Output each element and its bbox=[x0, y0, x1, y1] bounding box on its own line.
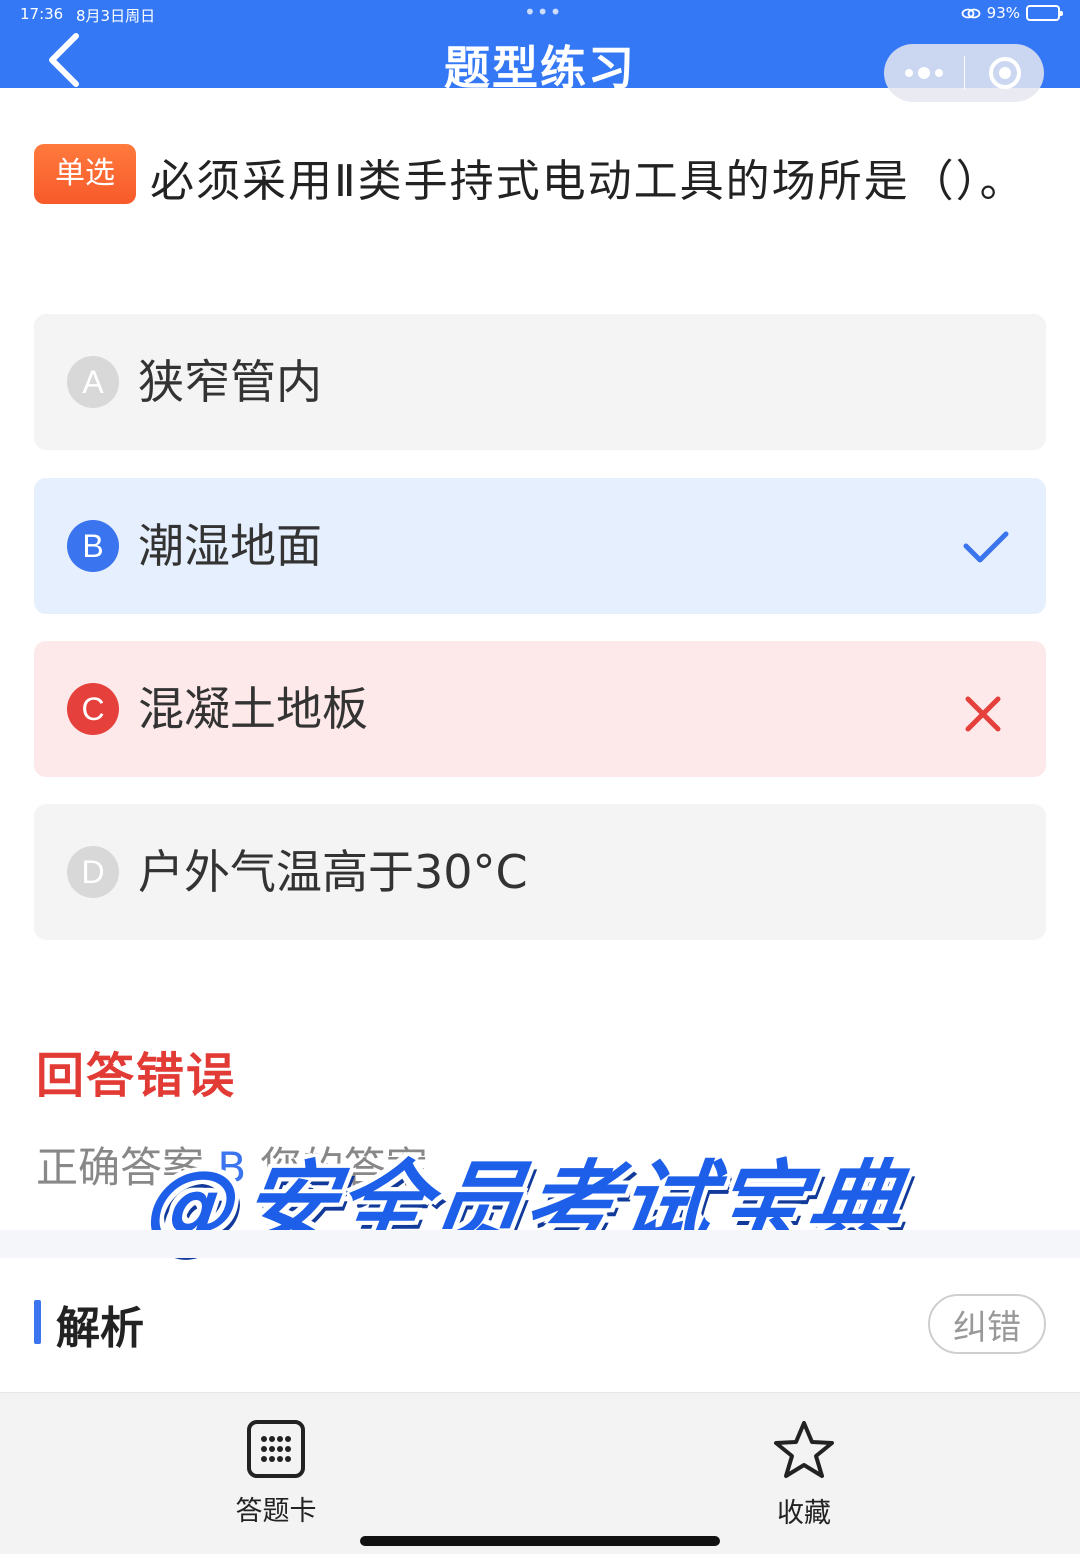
option-letter: C bbox=[67, 683, 119, 735]
cross-icon bbox=[965, 696, 1001, 732]
option-text: 混凝土地板 bbox=[138, 682, 368, 736]
question-type-badge: 单选 bbox=[34, 144, 136, 204]
more-dots-icon bbox=[905, 67, 943, 79]
option-text: 潮湿地面 bbox=[138, 519, 322, 573]
close-button[interactable] bbox=[965, 44, 1044, 102]
battery-icon bbox=[1026, 5, 1063, 21]
question-text: 必须采用Ⅱ类手持式电动工具的场所是（）。 bbox=[150, 156, 1026, 207]
status-time: 17:36 bbox=[20, 5, 64, 23]
result-title: 回答错误 bbox=[36, 1048, 237, 1104]
status-date: 8月3日周日 bbox=[76, 7, 156, 25]
option-c[interactable]: C 混凝土地板 bbox=[34, 641, 1046, 777]
section-divider bbox=[0, 1230, 1080, 1258]
option-d[interactable]: D 户外气温高于30°C bbox=[34, 804, 1046, 940]
favorite-label: 收藏 bbox=[777, 1498, 831, 1529]
battery-percent: 93% bbox=[986, 4, 1020, 22]
check-icon bbox=[963, 531, 1009, 563]
option-a[interactable]: A 狭窄管内 bbox=[34, 314, 1046, 450]
status-right: 93% bbox=[961, 4, 1063, 22]
more-button[interactable] bbox=[884, 44, 964, 102]
mini-program-capsule bbox=[884, 44, 1044, 102]
bottom-toolbar: 答题卡 收藏 bbox=[0, 1392, 1080, 1554]
report-error-button[interactable]: 纠错 bbox=[928, 1294, 1046, 1354]
analysis-title: 解析 bbox=[56, 1303, 144, 1354]
question-stem: 单选 必须采用Ⅱ类手持式电动工具的场所是（）。 bbox=[34, 142, 1048, 222]
grid-icon bbox=[247, 1420, 305, 1478]
option-letter: A bbox=[67, 356, 119, 408]
option-b[interactable]: B 潮湿地面 bbox=[34, 478, 1046, 614]
analysis-accent-bar bbox=[34, 1300, 41, 1344]
star-icon bbox=[774, 1421, 834, 1478]
favorite-button[interactable]: 收藏 bbox=[739, 1419, 869, 1530]
option-text: 狭窄管内 bbox=[138, 355, 322, 409]
option-letter: D bbox=[67, 846, 119, 898]
option-letter: B bbox=[67, 520, 119, 572]
target-icon bbox=[988, 57, 1021, 89]
option-text: 户外气温高于30°C bbox=[138, 845, 528, 899]
app-header: 17:36 8月3日周日 ••• 93% 题型练习 bbox=[0, 0, 1080, 102]
multitask-dots-icon: ••• bbox=[524, 0, 563, 24]
home-indicator bbox=[360, 1536, 720, 1546]
answer-card-button[interactable]: 答题卡 bbox=[211, 1419, 341, 1528]
link-icon bbox=[961, 8, 981, 18]
answer-card-label: 答题卡 bbox=[235, 1496, 317, 1527]
